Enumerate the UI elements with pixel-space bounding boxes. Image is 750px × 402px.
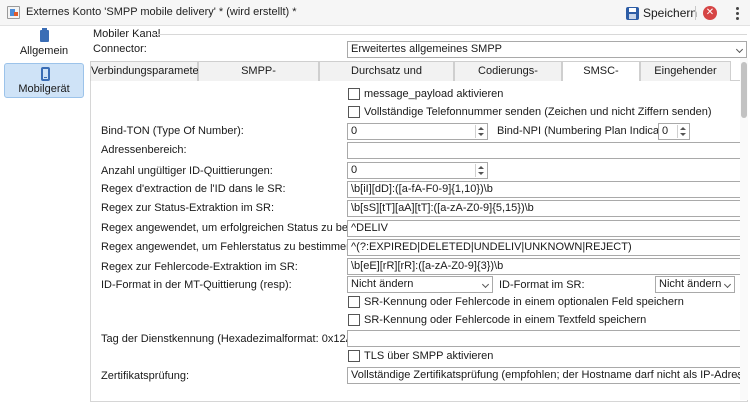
tab-smpp-kanaleinstellungen[interactable]: SMPP-Kanaleinstellungen [198, 61, 319, 95]
chevron-down-icon [481, 280, 490, 289]
bind-npi-label: Bind-NPI (Numbering Plan Indicator): [497, 125, 679, 137]
sr-optional-field-checkbox[interactable]: SR-Kennung oder Fehlercode in einem opti… [348, 296, 684, 308]
checkbox-label: TLS über SMPP aktivieren [364, 350, 494, 362]
bind-ton-value: 0 [351, 125, 358, 137]
group-divider [153, 34, 747, 35]
checkbox-label: message_payload aktivieren [364, 88, 504, 100]
stepper-arrows[interactable] [475, 164, 486, 177]
sidebar-item-label: Allgemein [19, 45, 69, 57]
sidebar-item-mobilgeraet[interactable]: Mobilgerät [4, 63, 84, 98]
save-icon [626, 6, 639, 20]
checkbox-box[interactable] [348, 350, 360, 362]
toolbar-separator [695, 6, 696, 20]
id-format-sr-select[interactable]: Nicht ändern [655, 276, 735, 293]
chevron-down-icon [735, 45, 744, 54]
bind-ton-label: Bind-TON (Type Of Number): [101, 125, 244, 137]
id-format-sr-value: Nicht ändern [659, 278, 722, 290]
clipboard-icon [40, 28, 49, 42]
tab-eingehender-traffic[interactable]: Eingehender Traffic [640, 61, 731, 95]
tls-checkbox[interactable]: TLS über SMPP aktivieren [348, 350, 493, 362]
main-content: Mobiler Kanal Connector: Erweitertes all… [88, 26, 750, 402]
save-label: Speichern [643, 6, 698, 20]
bind-ton-stepper[interactable]: 0 [347, 123, 488, 140]
app-logo-icon [7, 6, 20, 19]
regex-errcode-label: Regex zur Fehlercode-Extraktion im SR: [101, 261, 298, 273]
tab-codierungs-zuordnung[interactable]: Codierungs-Zuordnung [454, 61, 562, 95]
stepper-arrows[interactable] [677, 125, 688, 138]
more-options-icon[interactable] [730, 4, 744, 22]
id-format-mt-label: ID-Format in der MT-Quittierung (resp): [101, 279, 292, 291]
regex-id-label: Regex d'extraction de l'ID dans le SR: [101, 183, 286, 195]
tab-verbindungsparameter[interactable]: Verbindungsparameter [90, 61, 202, 81]
full-number-checkbox[interactable]: Vollständige Telefonnummer senden (Zeich… [348, 106, 712, 118]
sr-textfield-checkbox[interactable]: SR-Kennung oder Fehlercode in einem Text… [348, 314, 646, 326]
connector-value: Erweitertes allgemeines SMPP [351, 43, 503, 55]
regex-error-label: Regex angewendet, um Fehlerstatus zu bes… [101, 241, 356, 253]
bind-npi-value: 0 [662, 125, 669, 137]
stepper-arrows[interactable] [475, 125, 486, 138]
invalid-ack-label: Anzahl ungültiger ID-Quittierungen: [101, 165, 273, 177]
cert-check-value: Vollständige Zertifikatsprüfung (empfohl… [351, 369, 746, 381]
address-range-input[interactable] [347, 142, 747, 159]
checkbox-label: SR-Kennung oder Fehlercode in einem Text… [364, 314, 647, 326]
checkbox-box[interactable] [348, 88, 360, 100]
chevron-down-icon [723, 280, 732, 289]
checkbox-box[interactable] [348, 106, 360, 118]
regex-status-input[interactable]: \b[sS][tT][aA][tT]:([a-zA-Z0-9]{5,15})\b [347, 200, 747, 217]
regex-errcode-input[interactable]: \b[eE][rR][rR]:([a-zA-Z0-9]{3})\b [347, 258, 747, 275]
tab-bar: Verbindungsparameter SMPP-Kanaleinstellu… [90, 61, 748, 95]
save-button[interactable]: Speichern [622, 3, 701, 23]
service-tag-label: Tag der Dienstkennung (Hexadezimalformat… [101, 333, 367, 345]
invalid-ack-stepper[interactable]: 0 [347, 162, 488, 179]
id-format-sr-label: ID-Format im SR: [499, 279, 585, 291]
connector-label: Connector: [93, 43, 147, 55]
sidebar-item-allgemein[interactable]: Allgemein [4, 28, 84, 64]
close-icon[interactable]: ✕ [703, 6, 717, 20]
regex-success-input[interactable]: ^DELIV [347, 220, 747, 237]
scrollbar-thumb[interactable] [741, 62, 747, 118]
window-title: Externes Konto 'SMPP mobile delivery' * … [26, 6, 297, 18]
address-range-label: Adressenbereich: [101, 144, 187, 156]
id-format-mt-select[interactable]: Nicht ändern [347, 276, 493, 293]
tab-durchsatz[interactable]: Durchsatz und Verzögerungen [319, 61, 454, 95]
id-format-mt-value: Nicht ändern [351, 278, 414, 290]
cert-check-select[interactable]: Vollständige Zertifikatsprüfung (empfohl… [347, 367, 747, 384]
sidebar-item-label: Mobilgerät [18, 83, 70, 95]
cert-check-label: Zertifikatsprüfung: [101, 370, 190, 382]
regex-error-input[interactable]: ^(?:EXPIRED|DELETED|UNDELIV|UNKNOWN|REJE… [347, 239, 747, 256]
service-tag-input[interactable] [347, 330, 747, 347]
checkbox-label: SR-Kennung oder Fehlercode in einem opti… [364, 296, 684, 308]
checkbox-box[interactable] [348, 296, 360, 308]
regex-status-label: Regex zur Status-Extraktion im SR: [101, 202, 275, 214]
sidebar: Allgemein Mobilgerät [0, 26, 88, 402]
checkbox-label: Vollständige Telefonnummer senden (Zeich… [364, 106, 712, 118]
regex-id-input[interactable]: \b[iI][dD]:([a-fA-F0-9]{1,10})\b [347, 181, 747, 198]
group-title: Mobiler Kanal [93, 28, 161, 40]
checkbox-box[interactable] [348, 314, 360, 326]
message-payload-checkbox[interactable]: message_payload aktivieren [348, 88, 503, 100]
connector-select[interactable]: Erweitertes allgemeines SMPP [347, 41, 747, 58]
bind-npi-stepper[interactable]: 0 [658, 123, 690, 140]
mobile-phone-icon [41, 67, 50, 81]
title-bar: Externes Konto 'SMPP mobile delivery' * … [0, 0, 750, 26]
tab-smsc-besonderheiten[interactable]: SMSC-Besond... [562, 61, 640, 95]
invalid-ack-value: 0 [351, 164, 358, 176]
vertical-scrollbar[interactable] [740, 58, 748, 400]
